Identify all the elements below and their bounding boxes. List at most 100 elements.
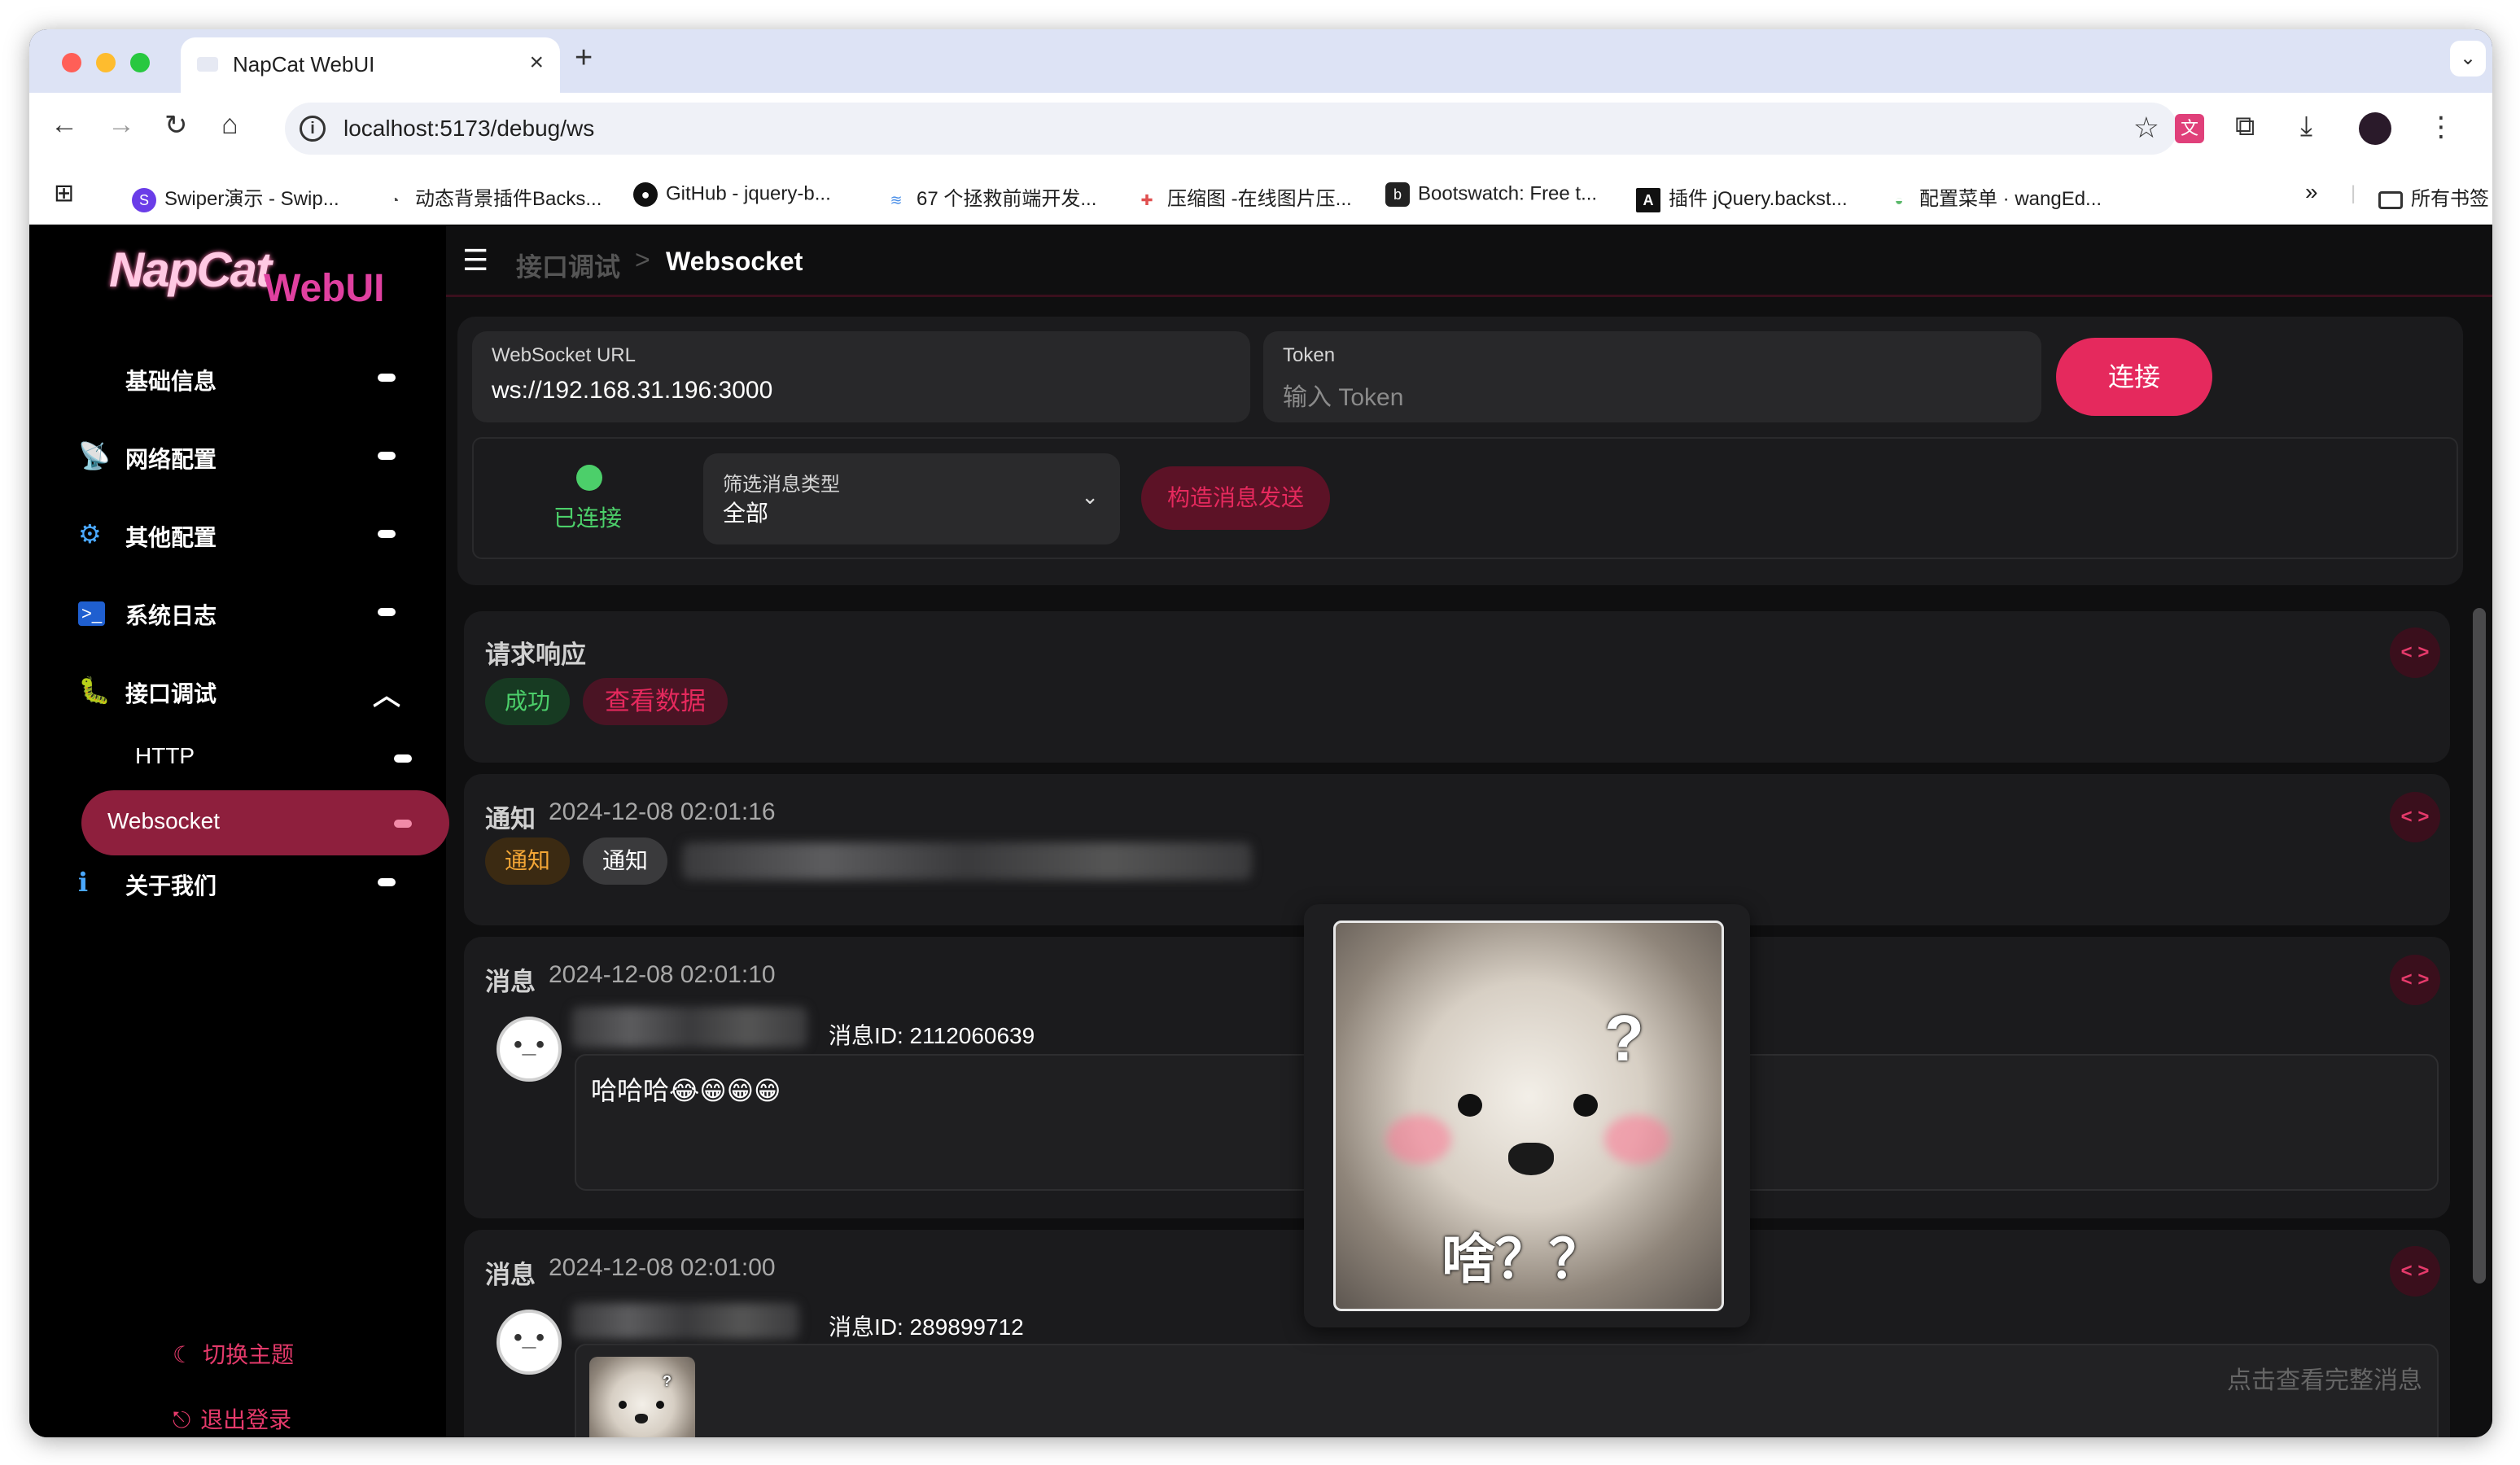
browser-menu-icon[interactable]: ⋮ <box>2427 111 2455 143</box>
view-data-button[interactable]: 查看数据 <box>583 678 728 725</box>
bookmarks-divider: | <box>2351 182 2356 204</box>
image-thumbnail[interactable]: ? <box>589 1357 695 1437</box>
view-full-message-hint[interactable]: 点击查看完整消息 <box>2227 1360 2422 1396</box>
breadcrumb-parent[interactable]: 接口调试 <box>516 247 620 284</box>
browser-tab[interactable]: NapCat WebUI × <box>181 37 560 93</box>
blurred-content <box>682 842 1252 880</box>
code-toggle-icon[interactable]: < > <box>2390 628 2440 678</box>
avatar-face-icon: •_• <box>514 1324 545 1351</box>
logout-button[interactable]: ⎋ 退出登录 <box>173 1402 291 1435</box>
toggle-theme-button[interactable]: ☾ 切换主题 <box>173 1337 294 1370</box>
message-id: 消息ID: 2112060639 <box>829 1023 1035 1048</box>
bookmark-star-icon[interactable]: ☆ <box>2133 111 2159 145</box>
new-tab-button[interactable]: + <box>575 41 593 76</box>
bookmark-item[interactable]: ● GitHub - jquery-b... <box>633 182 831 207</box>
menu-toggle-icon[interactable]: ☰ <box>462 243 488 278</box>
dog-eye <box>1458 1094 1482 1117</box>
forward-icon[interactable]: → <box>107 109 135 141</box>
sidebar-item-logs[interactable]: >_ 系统日志 <box>78 582 420 644</box>
apps-grid-icon[interactable]: ⊞ <box>54 179 74 208</box>
sidebar-item-label: 接口调试 <box>125 681 217 706</box>
info-icon: ℹ <box>78 868 89 897</box>
sidebar-subitem-websocket[interactable]: Websocket <box>81 790 449 855</box>
bookmarks-overflow-icon[interactable]: » <box>2305 179 2318 205</box>
tab-close-icon[interactable]: × <box>529 49 544 77</box>
maximize-window-button[interactable] <box>130 53 150 72</box>
filter-select[interactable]: 筛选消息类型 全部 ⌄ <box>703 453 1120 544</box>
app-page: NapCat WebUI 🖥 基础信息 📡 网络配置 ⚙ 其他配置 >_ 系统日… <box>29 225 2492 1437</box>
bookmark-label: 压缩图 -在线图片压... <box>1167 188 1352 210</box>
status-bar: 已连接 筛选消息类型 全部 ⌄ 构造消息发送 <box>472 437 2458 559</box>
close-window-button[interactable] <box>62 53 81 72</box>
collapse-indicator-icon <box>394 754 412 763</box>
tab-search-button[interactable]: ⌄ <box>2450 41 2486 77</box>
message-text: 哈哈哈😂😁😁😁 <box>591 1076 781 1105</box>
bookmark-item[interactable]: ✚ 压缩图 -在线图片压... <box>1135 182 1352 212</box>
code-toggle-icon[interactable]: < > <box>2390 1246 2440 1297</box>
address-bar[interactable]: i localhost:5173/debug/ws ☆ <box>285 103 2177 155</box>
question-mark: ? <box>1604 1002 1644 1074</box>
page-header: ☰ 接口调试 > Websocket <box>446 225 2492 297</box>
bookmark-icon: S <box>132 187 156 212</box>
extensions-icon[interactable]: ⧉ <box>2235 111 2255 142</box>
sidebar-item-basic-info[interactable]: 🖥 基础信息 <box>78 348 420 409</box>
url-text[interactable]: localhost:5173/debug/ws <box>343 116 594 142</box>
sidebar-subitem-label: Websocket <box>107 808 220 833</box>
status-dot-icon <box>576 465 602 491</box>
home-icon[interactable]: ⌂ <box>221 109 238 141</box>
websocket-url-input[interactable]: ws://192.168.31.196:3000 <box>492 377 772 405</box>
token-field[interactable]: Token 输入 Token <box>1263 331 2041 422</box>
success-chip: 成功 <box>485 678 570 725</box>
collapse-indicator-icon <box>378 530 396 538</box>
bookmark-item[interactable]: b Bootswatch: Free t... <box>1385 182 1597 207</box>
sidebar-item-about[interactable]: ℹ 关于我们 <box>78 852 420 914</box>
bookmark-item[interactable]: S Swiper演示 - Swip... <box>132 182 339 212</box>
sidebar-subitem-http[interactable]: HTTP <box>81 725 449 790</box>
tab-bar: NapCat WebUI × + ⌄ <box>29 29 2492 93</box>
bookmark-icon: A <box>1636 187 1660 212</box>
scrollbar[interactable] <box>2473 608 2486 1284</box>
connection-status: 已连接 <box>553 505 623 531</box>
profile-avatar[interactable] <box>2359 112 2391 145</box>
logout-label: 退出登录 <box>200 1407 292 1432</box>
back-icon[interactable]: ← <box>50 109 78 141</box>
websocket-url-field[interactable]: WebSocket URL ws://192.168.31.196:3000 <box>472 331 1250 422</box>
notice-chip: 通知 <box>485 837 570 885</box>
code-toggle-icon[interactable]: < > <box>2390 792 2440 842</box>
token-input[interactable]: 输入 Token <box>1283 377 1403 413</box>
sidebar-item-network[interactable]: 📡 网络配置 <box>78 426 420 488</box>
avatar: •_• <box>497 1310 562 1375</box>
preview-image[interactable]: ? 啥？？ <box>1333 921 1724 1311</box>
bookmark-label: 动态背景插件Backs... <box>415 188 602 210</box>
event-type: 通知 <box>485 805 536 833</box>
bookmark-icon: ≋ <box>884 187 908 212</box>
sidebar-item-label: 关于我们 <box>125 873 217 899</box>
bookmark-label: Swiper演示 - Swip... <box>164 188 339 210</box>
bookmark-item[interactable]: ◒ 配置菜单 · wangEd... <box>1887 182 2102 212</box>
image-preview-popup: ? 啥？？ <box>1304 904 1750 1327</box>
all-bookmarks-button[interactable]: 所有书签 <box>2378 182 2489 211</box>
minimize-window-button[interactable] <box>96 53 116 72</box>
message-body[interactable]: 点击查看完整消息 ? <box>575 1344 2439 1437</box>
reload-icon[interactable]: ↻ <box>164 109 188 142</box>
download-icon[interactable]: ⤓ <box>2300 111 2312 142</box>
build-message-button[interactable]: 构造消息发送 <box>1141 466 1330 530</box>
collapse-indicator-icon <box>378 608 396 616</box>
sidebar-item-api-debug[interactable]: 🐛 接口调试 ︿ <box>78 660 420 722</box>
connect-button[interactable]: 连接 <box>2056 338 2212 416</box>
bookmarks-bar: ⊞ S Swiper演示 - Swip... ◔ 动态背景插件Backs... ● G… <box>29 166 2492 225</box>
tab-favicon-icon <box>197 57 218 72</box>
bookmark-item[interactable]: ≋ 67 个拯救前端开发... <box>884 182 1096 212</box>
translate-extension-icon[interactable]: 文 <box>2175 114 2204 143</box>
bookmark-label: 配置菜单 · wangEd... <box>1919 188 2102 210</box>
code-toggle-icon[interactable]: < > <box>2390 955 2440 1005</box>
bookmark-item[interactable]: A 插件 jQuery.backst... <box>1636 182 1848 212</box>
sidebar-item-other-config[interactable]: ⚙ 其他配置 <box>78 504 420 566</box>
message-id: 消息ID: 289899712 <box>829 1314 1024 1340</box>
bookmark-item[interactable]: ◔ 动态背景插件Backs... <box>383 182 602 212</box>
collapse-indicator-icon <box>394 820 412 828</box>
filter-label: 筛选消息类型 <box>723 474 840 496</box>
site-info-icon[interactable]: i <box>300 116 326 142</box>
filter-value: 全部 <box>723 501 769 526</box>
websocket-url-label: WebSocket URL <box>492 344 636 366</box>
